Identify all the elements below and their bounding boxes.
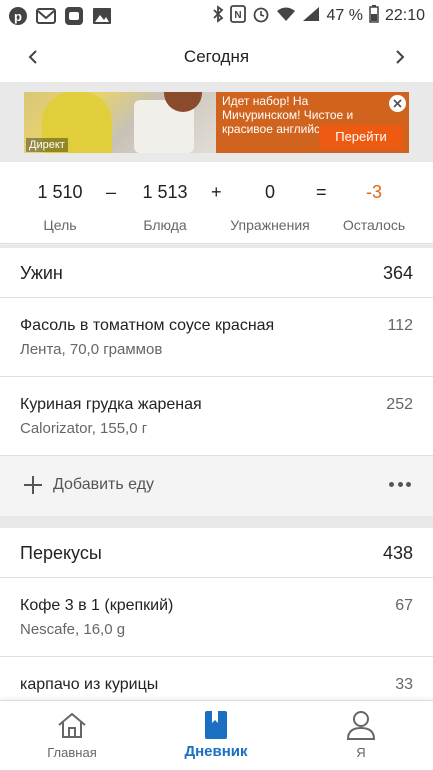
alarm-icon (252, 5, 270, 28)
food-description: Calorizator, 155,0 г (20, 420, 148, 437)
chevron-right-icon[interactable] (387, 44, 413, 70)
food-item[interactable]: Куриная грудка жареная Calorizator, 155,… (0, 377, 433, 456)
food-name: Куриная грудка жареная (20, 396, 202, 413)
ad-source-label: Директ (26, 138, 68, 152)
more-options-icon[interactable] (389, 482, 411, 488)
signal-icon (302, 6, 320, 27)
date-header: Сегодня (0, 32, 433, 82)
tab-label: Дневник (184, 743, 248, 760)
meal-header-dinner[interactable]: Ужин 364 (0, 248, 433, 298)
exercise-label: Упражнения (230, 217, 310, 233)
ad-text-block: Идет набор! На Мичуринском! Чистое и кра… (216, 92, 409, 153)
meal-kcal: 438 (382, 543, 413, 563)
meal-kcal: 364 (382, 263, 413, 283)
tab-diary[interactable]: Дневник (144, 701, 288, 770)
food-kcal: 252 (386, 396, 413, 413)
svg-text:N: N (235, 10, 242, 21)
exercise-value: 0 (264, 182, 275, 202)
tab-home[interactable]: Главная (0, 701, 144, 770)
ad-cta-button[interactable]: Перейти (319, 125, 403, 149)
ad-image: Директ (24, 92, 216, 153)
clock: 22:10 (384, 7, 425, 24)
food-kcal: 33 (395, 676, 413, 693)
goal-label: Цель (43, 217, 77, 233)
page-title[interactable]: Сегодня (184, 47, 249, 67)
chevron-left-icon[interactable] (20, 44, 46, 70)
calorie-summary: 1 510 Цель – 1 513 Блюда + 0 Упражнения … (0, 162, 433, 244)
diary-icon (200, 710, 232, 740)
system-icons: N 47 % 22:10 (212, 4, 425, 28)
pinterest-icon: p (8, 6, 28, 26)
food-label: Блюда (143, 217, 187, 233)
meal-title: Ужин (20, 263, 63, 283)
goal-value: 1 510 (37, 182, 83, 202)
wifi-icon (276, 6, 296, 27)
status-bar: p N 47 % 22:10 (0, 0, 433, 32)
notification-icons: p (8, 6, 112, 26)
ad-banner[interactable]: Директ Идет набор! На Мичуринском! Чисто… (24, 92, 409, 153)
food-description: Лента, 70,0 граммов (20, 341, 163, 358)
bottom-navigation: Главная Дневник Я (0, 700, 433, 770)
nfc-icon: N (230, 4, 247, 28)
remaining-value: -3 (365, 182, 382, 202)
food-kcal: 67 (395, 597, 413, 614)
close-icon[interactable] (389, 95, 406, 112)
meal-title: Перекусы (20, 543, 102, 563)
food-name: карпачо из курицы (20, 676, 159, 693)
gmail-icon (36, 6, 56, 26)
food-name: Кофе 3 в 1 (крепкий) (20, 597, 174, 614)
tab-label: Главная (47, 745, 97, 760)
battery-percent: 47 % (326, 7, 363, 24)
add-food-row[interactable]: Добавить еду (0, 456, 433, 516)
add-food-label[interactable]: Добавить еду (53, 476, 154, 494)
svg-text:p: p (14, 9, 22, 24)
bluetooth-icon (212, 4, 224, 28)
plus-operator: + (211, 182, 222, 202)
meal-header-snacks[interactable]: Перекусы 438 (0, 528, 433, 578)
food-name: Фасоль в томатном соусе красная (20, 317, 275, 334)
profile-icon (345, 710, 377, 740)
plus-icon (22, 474, 44, 496)
equals-operator: = (316, 182, 327, 202)
section-divider (0, 516, 433, 528)
minus-operator: – (106, 182, 117, 202)
app-icon (64, 6, 84, 26)
food-item[interactable]: Кофе 3 в 1 (крепкий) Nescafe, 16,0 g 67 (0, 578, 433, 657)
tab-label: Я (356, 745, 366, 760)
gallery-icon (92, 6, 112, 26)
food-value: 1 513 (142, 182, 188, 202)
home-icon (56, 710, 88, 740)
food-description: Nescafe, 16,0 g (20, 621, 126, 638)
remaining-label: Осталось (342, 217, 406, 233)
tab-profile[interactable]: Я (289, 701, 433, 770)
food-kcal: 112 (387, 317, 413, 334)
food-item[interactable]: Фасоль в томатном соусе красная Лента, 7… (0, 298, 433, 377)
battery-icon (369, 4, 379, 28)
ad-area: Директ Идет набор! На Мичуринском! Чисто… (0, 82, 433, 162)
